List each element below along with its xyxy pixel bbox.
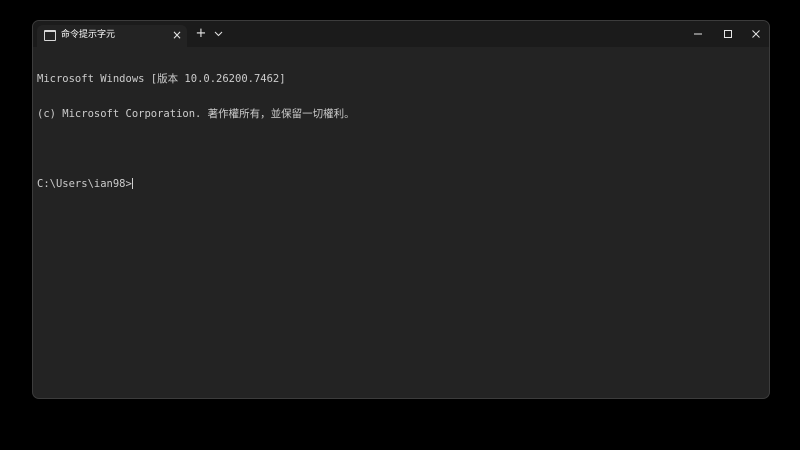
console-output[interactable]: Microsoft Windows [版本 10.0.26200.7462] (… xyxy=(37,51,765,394)
maximize-icon xyxy=(724,30,732,38)
tab-title: 命令提示字元 xyxy=(61,30,116,40)
text-cursor xyxy=(131,177,133,189)
maximize-button[interactable] xyxy=(713,21,743,47)
chevron-down-icon xyxy=(214,31,223,37)
title-bar[interactable]: 命令提示字元 × + xyxy=(33,21,769,47)
console-line: (c) Microsoft Corporation. 著作權所有，並保留一切權利… xyxy=(37,107,355,120)
terminal-icon xyxy=(44,30,56,41)
tab-command-prompt[interactable]: 命令提示字元 × xyxy=(37,25,187,47)
tab-dropdown-button[interactable] xyxy=(211,25,227,43)
terminal-window: 命令提示字元 × + Microsoft Windows [版本 10.0.26… xyxy=(32,20,770,399)
minimize-button[interactable] xyxy=(683,21,713,47)
console-line: Microsoft Windows [版本 10.0.26200.7462] xyxy=(37,73,286,85)
command-prompt: C:\Users\ian98> xyxy=(37,177,132,190)
new-tab-button[interactable]: + xyxy=(192,25,210,43)
close-window-button[interactable] xyxy=(741,21,769,47)
minimize-icon xyxy=(694,33,702,35)
close-tab-icon[interactable]: × xyxy=(171,27,183,43)
close-icon xyxy=(752,30,760,38)
prompt-line[interactable]: C:\Users\ian98> xyxy=(37,177,765,190)
